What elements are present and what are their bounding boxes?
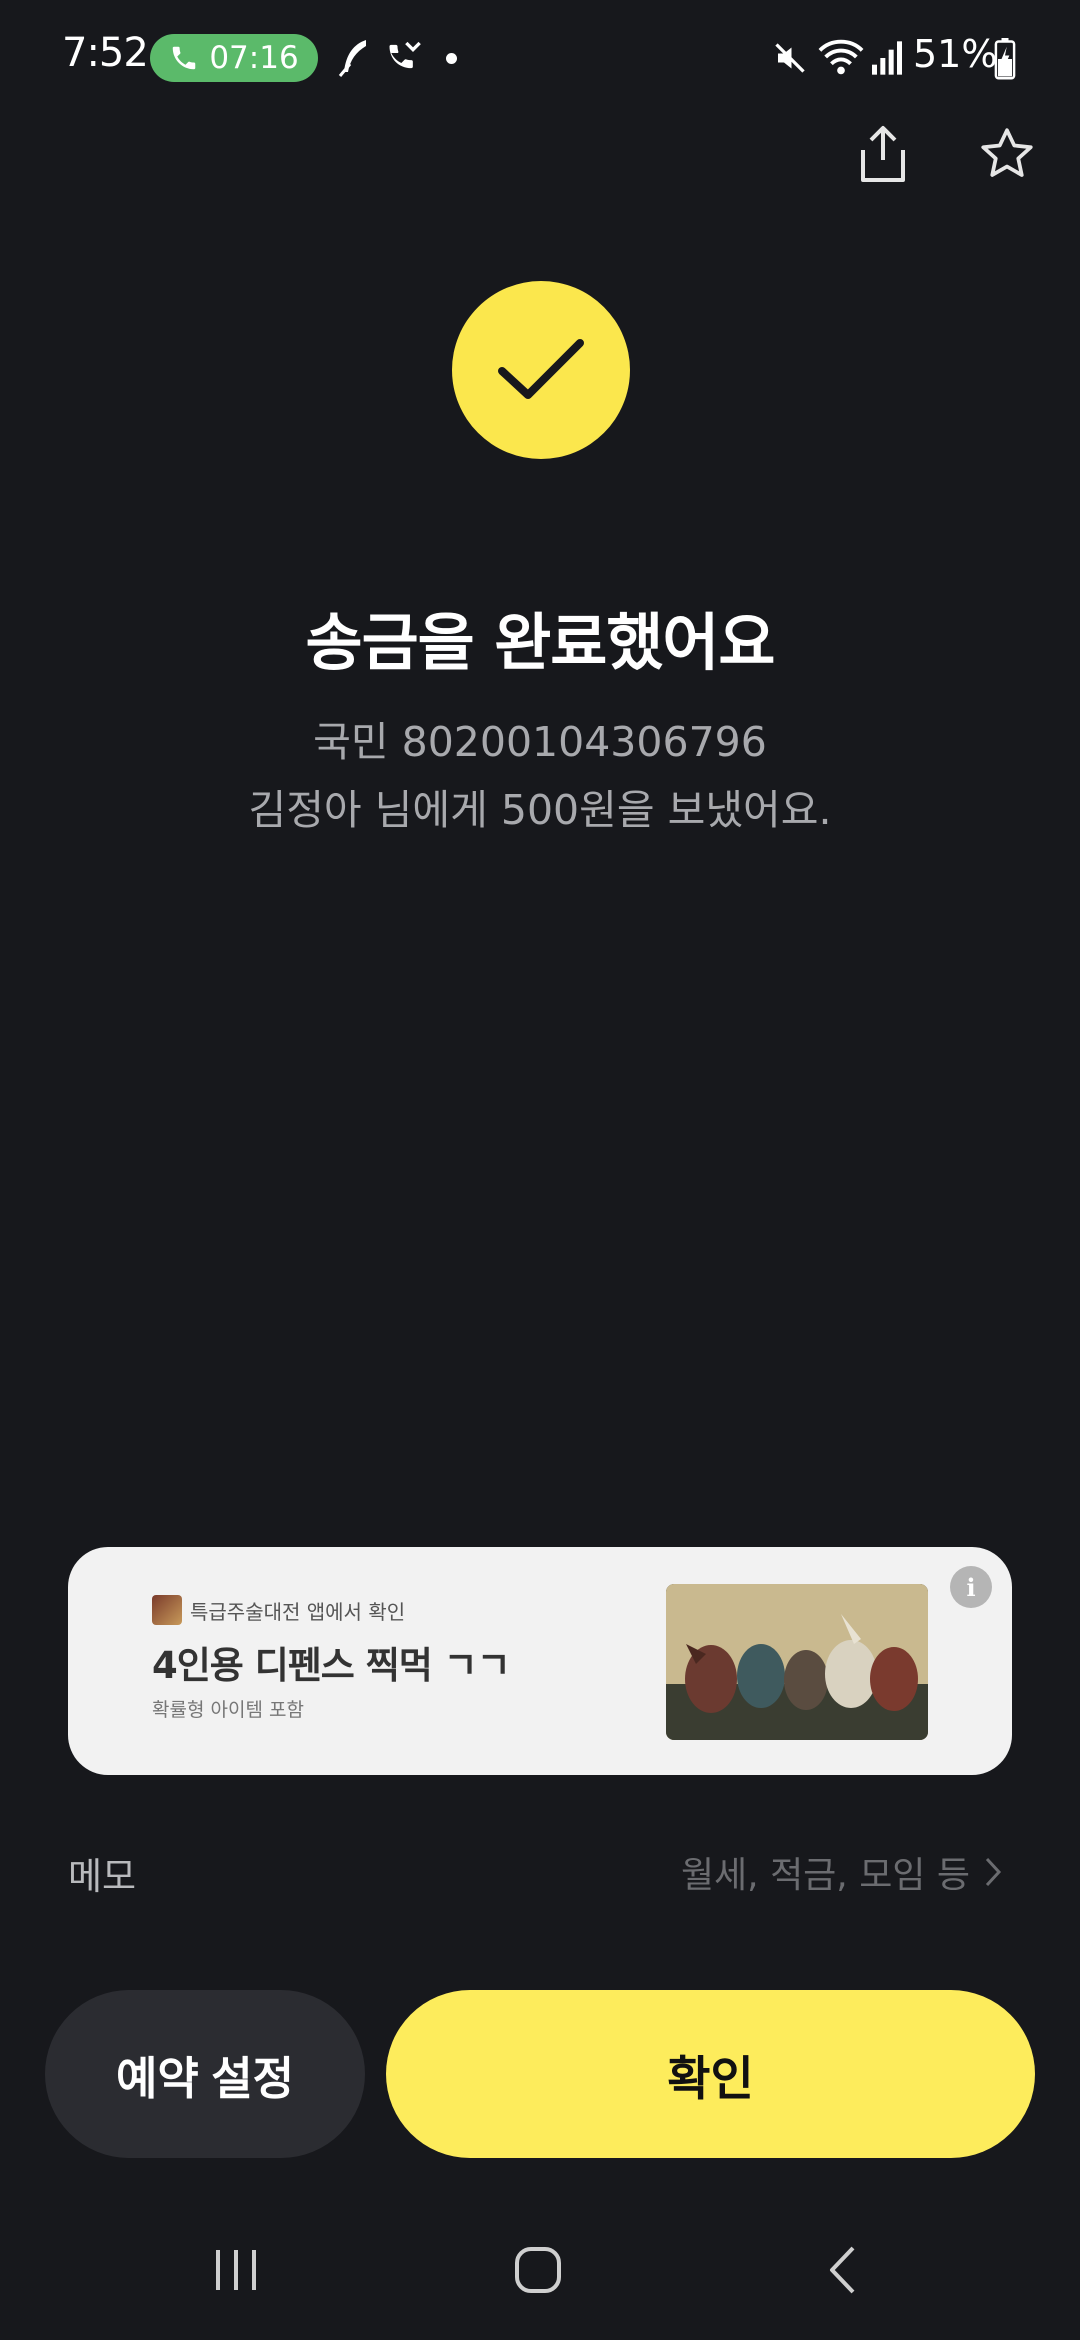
memo-placeholder: 월세, 적금, 모임 등 — [680, 1855, 970, 1896]
signal-icon — [872, 41, 902, 75]
ad-source-text: 특급주술대전 앱에서 확인 — [190, 1599, 406, 1624]
call-timer: 07:16 — [209, 40, 299, 76]
nav-recents-button[interactable] — [186, 2230, 286, 2310]
battery-percentage: 51% — [913, 32, 998, 76]
app-logo-icon — [152, 1595, 182, 1625]
transfer-complete-screen: 7:52 07:16 51% 송금을 완료했어요 국민 802001043067… — [0, 0, 1080, 2340]
ad-info-icon[interactable]: i — [950, 1566, 992, 1608]
ad-image — [666, 1584, 928, 1740]
call-icon — [173, 46, 196, 70]
share-icon — [861, 126, 905, 182]
nav-back-button[interactable] — [792, 2230, 892, 2310]
status-bar: 7:52 07:16 51% — [0, 0, 1080, 116]
favorite-button[interactable] — [971, 118, 1043, 190]
ad-headline: 4인용 디펜스 찍먹 ㄱㄱ — [152, 1644, 511, 1687]
wifi-icon — [818, 39, 864, 75]
ad-banner[interactable]: 특급주술대전 앱에서 확인 4인용 디펜스 찍먹 ㄱㄱ 확률형 아이템 포함 i — [68, 1547, 1012, 1775]
success-badge — [452, 281, 630, 459]
ad-disclaimer: 확률형 아이템 포함 — [152, 1699, 304, 1721]
memo-input[interactable]: 월세, 적금, 모임 등 — [681, 1846, 1002, 1898]
check-icon — [498, 339, 584, 399]
mute-icon — [775, 43, 805, 73]
back-icon — [830, 2246, 855, 2294]
notification-dot — [446, 53, 457, 64]
ongoing-call-pill[interactable]: 07:16 — [150, 34, 318, 82]
transfer-message: 김정아 님에게 500원을 보냈어요. — [248, 786, 832, 834]
feather-icon — [338, 40, 366, 77]
confirm-button[interactable]: 확인 — [386, 1990, 1035, 2158]
schedule-button[interactable]: 예약 설정 — [45, 1990, 365, 2158]
ad-illustration — [666, 1584, 928, 1740]
chevron-right-icon — [985, 1857, 1002, 1887]
ad-source: 특급주술대전 앱에서 확인 — [152, 1595, 405, 1625]
page-title: 송금을 완료했어요 — [305, 606, 776, 679]
status-time: 7:52 — [62, 30, 149, 76]
recipient-account: 국민 80200104306796 — [313, 718, 767, 766]
nav-home-button[interactable] — [488, 2230, 588, 2310]
share-button[interactable] — [847, 118, 919, 190]
battery-icon — [994, 38, 1016, 80]
missed-call-icon — [389, 41, 421, 69]
home-icon — [515, 2247, 561, 2293]
memo-label: 메모 — [68, 1855, 137, 1898]
recents-icon — [216, 2250, 256, 2290]
star-icon — [981, 128, 1033, 177]
